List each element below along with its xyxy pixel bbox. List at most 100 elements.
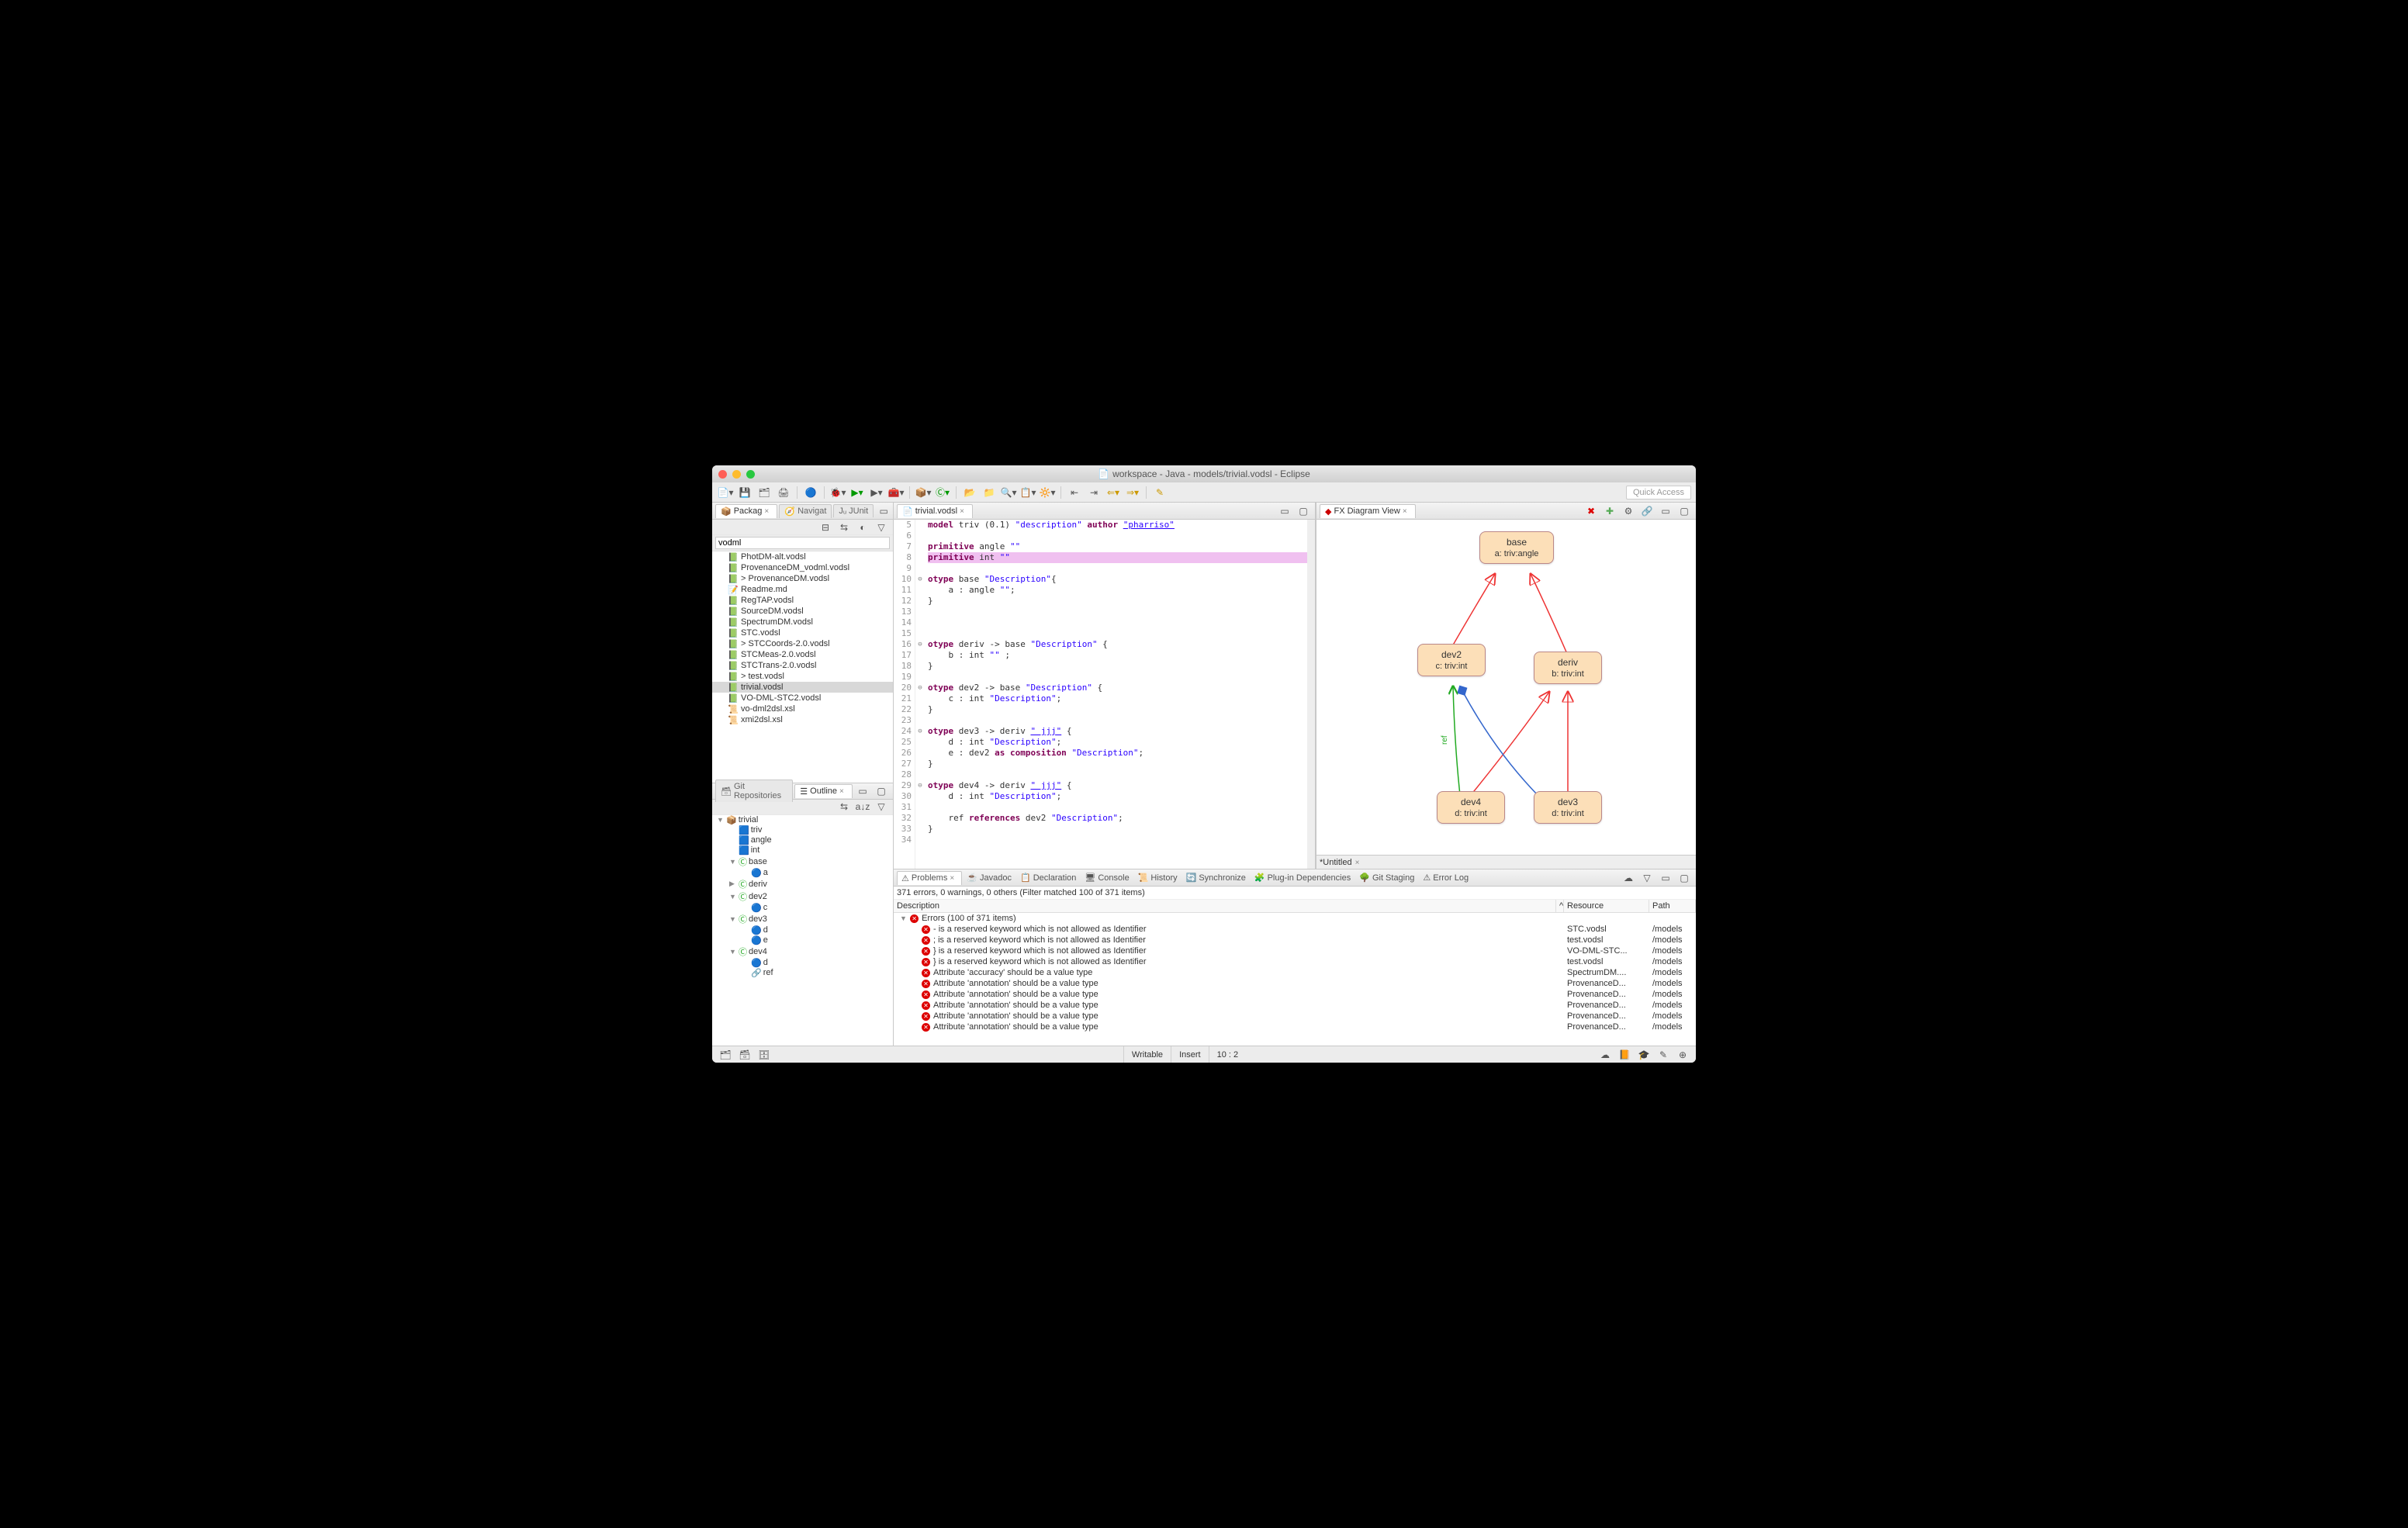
twisty-icon[interactable]: ▶ (729, 880, 737, 888)
outline-item[interactable]: 🔵d (712, 958, 893, 968)
file-item[interactable]: 📗RegTAP.vodsl (712, 595, 893, 606)
link-icon[interactable]: 🔗 (1638, 503, 1656, 519)
tab-javadoc[interactable]: ☕ Javadoc (963, 871, 1015, 884)
file-item[interactable]: 📗ProvenanceDM_vodml.vodsl (712, 562, 893, 573)
file-item[interactable]: 📗SpectrumDM.vodsl (712, 617, 893, 627)
pin-button[interactable]: ✎ (1151, 485, 1168, 500)
col-resource[interactable]: Resource (1564, 900, 1649, 912)
search-button[interactable]: 🔍▾ (1000, 485, 1017, 500)
file-item[interactable]: 📗STCTrans-2.0.vodsl (712, 660, 893, 671)
editor-tab[interactable]: 📄 trivial.vodsl × (897, 504, 973, 518)
tab-declaration[interactable]: 📋 Declaration (1016, 871, 1080, 884)
twisty-icon[interactable]: ▼ (729, 893, 737, 901)
new-button[interactable]: 📄▾ (717, 485, 734, 500)
file-item[interactable]: 📝Readme.md (712, 584, 893, 595)
minimize-view-icon[interactable]: ▭ (1657, 503, 1674, 519)
twisty-icon[interactable]: ▼ (717, 816, 725, 824)
file-item[interactable]: 📗STC.vodsl (712, 627, 893, 638)
outline-item[interactable]: ▼Ⓒdev3 (712, 913, 893, 925)
problem-row[interactable]: ✕- is a reserved keyword which is not al… (894, 924, 1696, 935)
tab-package-explorer[interactable]: 📦 Packag × (715, 504, 777, 518)
diagram-node-base[interactable]: basea: triv:angle (1479, 531, 1554, 564)
file-item[interactable]: 📗> STCCoords-2.0.vodsl (712, 638, 893, 649)
open-file-button[interactable]: 📁 (981, 485, 998, 500)
tab-fx-diagram[interactable]: ◆ FX Diagram View × (1320, 504, 1416, 518)
diagram-node-deriv[interactable]: derivb: triv:int (1534, 652, 1602, 684)
sb-icon-2[interactable]: 🗃 (736, 1047, 753, 1063)
file-item[interactable]: 📗STCMeas-2.0.vodsl (712, 649, 893, 660)
run-button[interactable]: ▶▾ (849, 485, 866, 500)
outline-item[interactable]: 🔗ref (712, 968, 893, 978)
tab-problems[interactable]: ⚠ Problems × (897, 871, 962, 885)
sb-right-5[interactable]: ⊕ (1674, 1047, 1691, 1063)
new-class-button[interactable]: Ⓒ▾ (934, 485, 951, 500)
open-folder-button[interactable]: 📂 (961, 485, 978, 500)
quick-access[interactable]: Quick Access (1626, 486, 1691, 500)
close-icon[interactable]: × (764, 507, 772, 515)
close-icon[interactable]: × (1355, 859, 1363, 866)
outline-item[interactable]: 🔵c (712, 903, 893, 913)
minimize-view-icon[interactable]: ▭ (854, 783, 871, 799)
file-item[interactable]: 📗SourceDM.vodsl (712, 606, 893, 617)
sb-icon-1[interactable]: 🗂 (717, 1047, 734, 1063)
code-editor[interactable]: 5678910111213141516171819202122232425262… (894, 520, 1315, 869)
outline-item[interactable]: 🟦triv (712, 825, 893, 835)
col-path[interactable]: Path (1649, 900, 1696, 912)
problem-row[interactable]: ✕Attribute 'annotation' should be a valu… (894, 978, 1696, 989)
view-menu-icon[interactable]: ▽ (873, 520, 890, 535)
problem-row[interactable]: ✕; is a reserved keyword which is not al… (894, 935, 1696, 945)
maximize-view-icon[interactable]: ▢ (873, 783, 890, 799)
problem-row[interactable]: ✕Attribute 'annotation' should be a valu… (894, 1022, 1696, 1032)
sb-icon-3[interactable]: 🗄 (756, 1047, 773, 1063)
outline-item[interactable]: ▼Ⓒdev2 (712, 890, 893, 903)
file-item[interactable]: 📗> test.vodsl (712, 671, 893, 682)
problem-row[interactable]: ✕} is a reserved keyword which is not al… (894, 956, 1696, 967)
save-all-button[interactable]: 🗂 (756, 485, 773, 500)
coverage-button[interactable]: ▶▾ (868, 485, 885, 500)
tab-plug-in-dependencies[interactable]: 🧩 Plug-in Dependencies (1251, 871, 1354, 884)
sort-icon[interactable]: a↓z (854, 799, 871, 814)
nav-fwd[interactable]: ⇒▾ (1124, 485, 1141, 500)
package-tree[interactable]: 📗PhotDM-alt.vodsl📗ProvenanceDM_vodml.vod… (712, 551, 893, 783)
outline-item[interactable]: 🔵e (712, 935, 893, 945)
problem-row[interactable]: ✕Attribute 'annotation' should be a valu… (894, 989, 1696, 1000)
outline-item[interactable]: 🔵d (712, 925, 893, 935)
problem-row[interactable]: ✕Attribute 'annotation' should be a valu… (894, 1011, 1696, 1022)
outline-tree[interactable]: ▼📦trivial🟦triv🟦angle🟦int▼Ⓒbase🔵a▶Ⓒderiv▼… (712, 815, 893, 1046)
package-filter-input[interactable] (715, 537, 890, 549)
add-icon[interactable]: ✚ (1601, 503, 1618, 519)
tab-navigator[interactable]: 🧭 Navigat (779, 504, 832, 518)
file-item[interactable]: 📜vo-dml2dsl.xsl (712, 704, 893, 714)
maximize-editor-icon[interactable]: ▢ (1295, 503, 1312, 519)
twisty-icon[interactable]: ▼ (729, 948, 737, 956)
outline-item[interactable]: 🔵a (712, 868, 893, 878)
debug-button[interactable]: 🐞▾ (829, 485, 846, 500)
tab-error-log[interactable]: ⚠ Error Log (1419, 871, 1472, 884)
nav-back[interactable]: ⇐▾ (1105, 485, 1122, 500)
back-arrow[interactable]: ⇤ (1066, 485, 1083, 500)
tab-synchronize[interactable]: 🔄 Synchronize (1182, 871, 1250, 884)
maximize-view-icon[interactable]: ▢ (1676, 503, 1693, 519)
sb-right-1[interactable]: ☁ (1597, 1047, 1614, 1063)
delete-icon[interactable]: ✖ (1583, 503, 1600, 519)
minimize-view-icon[interactable]: ▭ (875, 503, 892, 519)
close-icon[interactable]: × (1403, 507, 1410, 515)
tab-git-staging[interactable]: 🌳 Git Staging (1355, 871, 1418, 884)
editor-scrollbar[interactable] (1307, 520, 1315, 869)
diagram-canvas[interactable]: ref basea: triv:angledev2c: triv:intderi… (1316, 520, 1696, 855)
file-item[interactable]: 📗VO-DML-STC2.vodsl (712, 693, 893, 704)
twisty-icon[interactable]: ▼ (729, 915, 737, 923)
file-item[interactable]: 📗trivial.vodsl (712, 682, 893, 693)
open-type-button[interactable]: 🔵 (802, 485, 819, 500)
outline-item[interactable]: 🟦angle (712, 835, 893, 845)
close-icon[interactable]: × (960, 507, 967, 515)
problem-row[interactable]: ✕Attribute 'annotation' should be a valu… (894, 1000, 1696, 1011)
close-icon[interactable]: × (839, 787, 847, 795)
diagram-document-tab[interactable]: *Untitled × (1316, 855, 1696, 869)
outline-item[interactable]: ▼Ⓒbase (712, 856, 893, 868)
minimize-view-icon[interactable]: ▭ (1657, 870, 1674, 886)
link-with-editor-icon[interactable]: ⇆ (836, 799, 853, 814)
minimize-editor-icon[interactable]: ▭ (1276, 503, 1293, 519)
diagram-node-dev4[interactable]: dev4d: triv:int (1437, 791, 1505, 824)
view-menu-icon[interactable]: ▽ (873, 799, 890, 814)
